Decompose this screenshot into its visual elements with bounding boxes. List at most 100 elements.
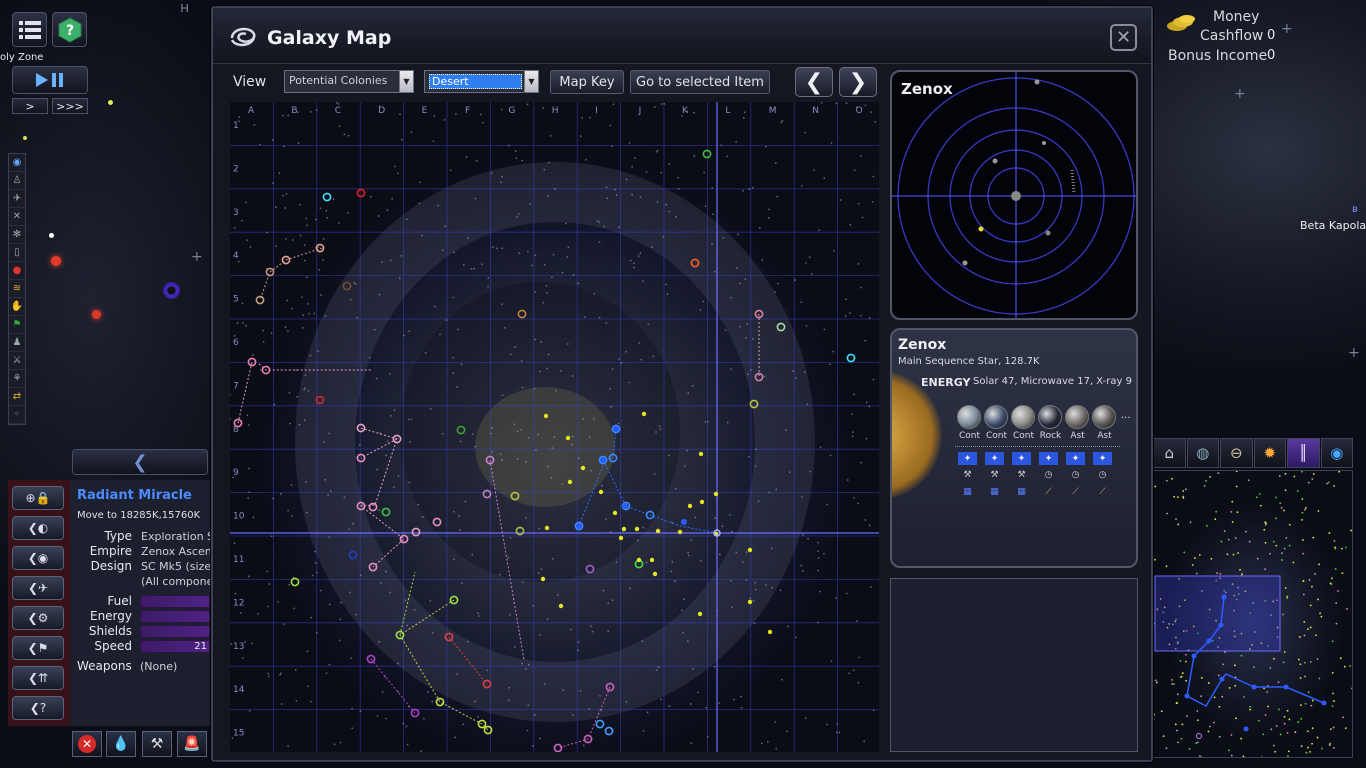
background-star (693, 155, 696, 157)
background-star (337, 222, 340, 224)
query-button[interactable]: ❮? (12, 696, 64, 720)
grid-column-label: N (812, 106, 819, 116)
collapse-panel-button[interactable]: ❮ (72, 449, 208, 475)
cross-icon[interactable]: ✕ (9, 208, 25, 226)
background-star (251, 353, 254, 356)
empire-value[interactable]: Zenox Ascenc (141, 545, 210, 558)
settings-button[interactable]: ❮⚙ (12, 606, 64, 630)
globe-icon[interactable]: ◉ (9, 154, 25, 172)
planet-thumbnail[interactable] (1011, 405, 1035, 429)
planet-thumbnail[interactable] (984, 405, 1008, 429)
system-preview[interactable]: Zenox (890, 70, 1138, 320)
rank-icon[interactable]: ≋ (9, 280, 25, 298)
planet-thumbnail[interactable] (1092, 405, 1116, 429)
view-dropdown[interactable]: Potential Colonies ▼ (284, 70, 414, 93)
minimap[interactable] (1153, 470, 1353, 758)
pin-icon[interactable]: ♙ (9, 172, 25, 190)
red-icon[interactable]: ● (9, 262, 25, 280)
minimap-star (1232, 553, 1235, 556)
star-marker[interactable] (163, 282, 180, 299)
background-star (461, 582, 463, 584)
ship-name[interactable]: Radiant Miracle (77, 488, 192, 503)
more-indicator: ... (1121, 410, 1131, 421)
background-star (521, 662, 523, 665)
system-label-beta-kapola[interactable]: Beta Kapola A (1300, 219, 1366, 232)
planet-thumbnail[interactable] (1038, 405, 1062, 429)
sword-icon[interactable]: ⚔ (9, 352, 25, 370)
flag-icon[interactable]: ⚑ (9, 316, 25, 334)
ringed-planet-tab[interactable]: ⊖ (1220, 438, 1253, 468)
grid-resource-icon: ▦ (963, 486, 972, 497)
map-key-button[interactable]: Map Key (550, 70, 624, 94)
ship-icon[interactable]: ✈ (9, 190, 25, 208)
gear-icon[interactable]: ✻ (9, 226, 25, 244)
filter-dropdown[interactable]: Desert ▼ (424, 70, 539, 93)
minimap-star (1207, 682, 1210, 684)
minimap-star (1312, 473, 1315, 475)
background-star (846, 479, 849, 481)
background-star (577, 457, 580, 460)
background-star (286, 299, 289, 302)
system-orbit-diagram[interactable] (892, 72, 1136, 318)
background-star (539, 370, 542, 373)
background-star (384, 570, 387, 573)
minimap-star (1213, 696, 1216, 699)
minimap-star (1305, 751, 1308, 754)
background-star (671, 560, 674, 563)
tool-icon: ⟋ (1099, 486, 1106, 497)
grid-row-label: 11 (233, 555, 244, 565)
next-button[interactable]: ❯ (839, 67, 877, 97)
star-marker[interactable] (49, 233, 54, 238)
background-star (306, 650, 309, 653)
move-button[interactable]: ❮✈ (12, 576, 64, 600)
design-value[interactable]: SC Mk5 (size 3 (141, 560, 210, 573)
ship-filter-tab[interactable]: ⌂ (1153, 438, 1186, 468)
star-marker[interactable] (23, 136, 27, 140)
star-marker[interactable] (108, 100, 113, 105)
people-icon[interactable]: ♟ (9, 334, 25, 352)
planet-filter-tab[interactable]: ◍ (1186, 438, 1219, 468)
star-marker[interactable] (92, 310, 101, 319)
minimap-star (1327, 481, 1330, 484)
nebula-tab[interactable]: ║ (1287, 438, 1320, 468)
menu-button[interactable] (12, 12, 47, 47)
speed-slow-button[interactable]: > (12, 98, 48, 114)
minimap-star (1283, 722, 1286, 725)
bar-icon[interactable]: ▯ (9, 244, 25, 262)
hand-icon[interactable]: ✋ (9, 298, 25, 316)
background-star (687, 554, 690, 557)
planet-thumbnail[interactable] (957, 405, 981, 429)
background-star (642, 729, 645, 732)
energy-value: Solar 47, Microwave 17, X-ray 9 (973, 376, 1132, 387)
minimap-star (1213, 721, 1215, 724)
repair-button[interactable]: ⚒ (142, 731, 172, 757)
refuel-button[interactable]: 💧 (106, 731, 136, 757)
view-button[interactable]: ❮◉ (12, 546, 64, 570)
tree-icon[interactable]: ⚘ (9, 370, 25, 388)
lock-target-button[interactable]: ⊕🔒 (12, 486, 64, 510)
mining-icon: ⚒ (1017, 469, 1026, 480)
star-marker[interactable] (51, 256, 61, 266)
misc-icon[interactable]: ◦ (9, 406, 25, 424)
prev-button[interactable]: ❮ (795, 67, 833, 97)
speed-fast-button[interactable]: >>> (52, 98, 88, 114)
planet-thumbnail[interactable] (1065, 405, 1089, 429)
orbit-button[interactable]: ❮◐ (12, 516, 64, 540)
play-pause-button[interactable] (12, 66, 88, 94)
scrap-button[interactable]: ✕ (72, 731, 102, 757)
close-button[interactable]: ✕ (1110, 24, 1137, 51)
globe-tab[interactable]: ◉ (1320, 438, 1353, 468)
go-to-selected-button[interactable]: Go to selected Item (630, 70, 770, 94)
galaxy-map[interactable]: A B C D E F G H I J K L M N O 1 2 3 4 5 6 7 8 9 10 11 12 13 14 15 (230, 102, 879, 752)
galaxy-map-canvas[interactable]: A B C D E F G H I J K L M N O123456789101112131415 (230, 102, 879, 752)
star-filter-tab[interactable]: ✹ (1253, 438, 1286, 468)
trade-icon[interactable]: ⇄ (9, 388, 25, 406)
minimap-star (1173, 683, 1175, 686)
background-star (625, 350, 627, 353)
alert-button[interactable]: 🚨 (177, 731, 207, 757)
minimap-canvas[interactable] (1154, 471, 1353, 758)
flag-icon: ❮⚑ (27, 641, 49, 655)
flag-button[interactable]: ❮⚑ (12, 636, 64, 660)
fleet-button[interactable]: ❮⇈ (12, 666, 64, 690)
help-button[interactable]: ? (52, 12, 87, 47)
